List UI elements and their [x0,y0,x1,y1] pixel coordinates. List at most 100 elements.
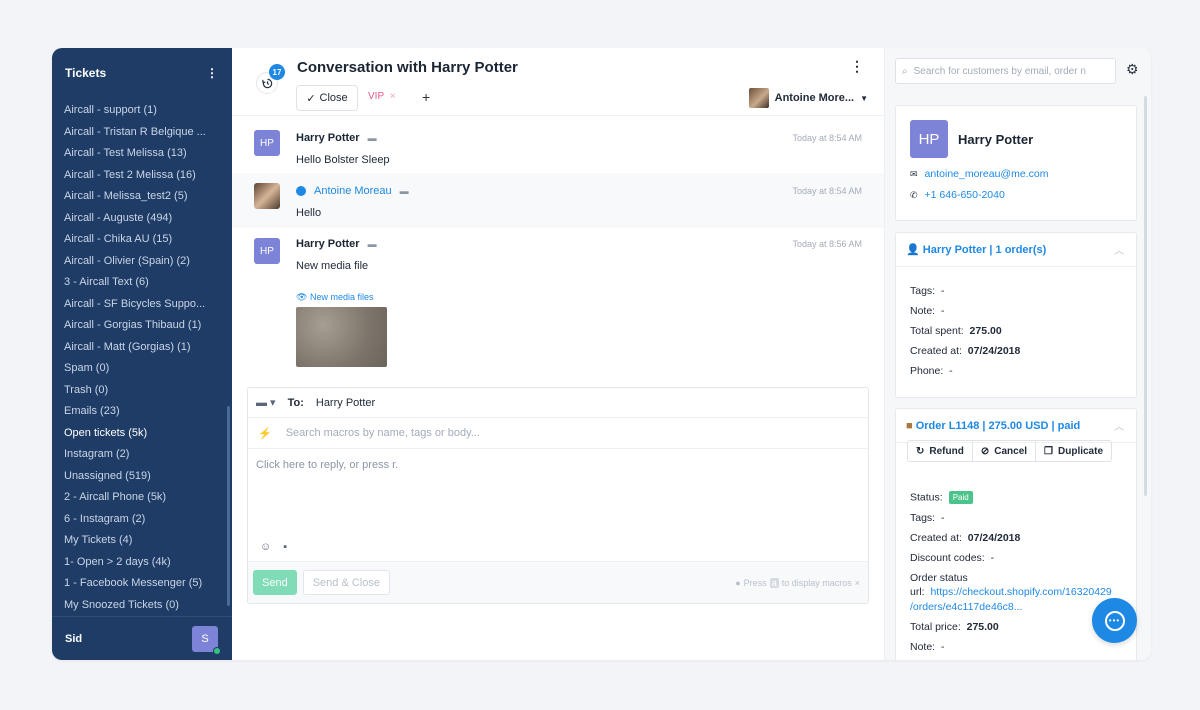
lightning-icon: ⚡ [258,427,272,440]
duplicate-button[interactable]: ❐ Duplicate [1036,441,1111,461]
message-author-name: Harry Potter [296,132,360,144]
online-status-dot [213,646,221,655]
agent-avatar [254,183,280,209]
user-icon: 👤 [906,244,920,256]
sidebar-view-item[interactable]: My Snoozed Tickets (0) [52,595,222,617]
to-recipient[interactable]: Harry Potter [316,397,375,409]
close-button[interactable]: ✓ Close [296,85,358,111]
sidebar-header: Tickets ⋮ [52,48,232,98]
caret-down-icon: ▼ [860,93,868,103]
media-files-label: New media files [309,292,374,302]
sidebar-user[interactable]: Sid S [52,616,232,660]
sidebar-view-item[interactable]: Aircall - Gorgias Thibaud (1) [52,315,222,337]
chat-icon: ▬ [367,239,377,249]
customer-phone[interactable]: ✆ +1 646-650-2040 [910,189,1005,201]
dismiss-hint-icon[interactable]: × [855,578,860,588]
refund-button[interactable]: ↻ Refund [908,441,973,461]
customer-search-input[interactable]: ⌕ Search for customers by email, order n [895,58,1116,84]
media-thumbnail[interactable] [296,307,387,367]
check-icon: ✓ [306,92,316,105]
field-label: Created at: [910,532,962,544]
shopify-customer-heading: Harry Potter | 1 order(s) [922,244,1047,256]
field-note: Note: - [910,641,944,653]
sidebar-view-item[interactable]: Emails (23) [52,401,222,423]
customer-email[interactable]: ✉ antoine_moreau@me.com [910,168,1048,180]
sidebar-view-item[interactable]: 1 - Facebook Messenger (5) [52,573,222,595]
app-window: Tickets ⋮ Aircall - support (1) Aircall -… [52,48,1151,660]
order-header[interactable]: ■ Order L1148 | 275.00 USD | paid ︿ [896,409,1136,443]
sidebar-title: Tickets [65,66,107,80]
add-tag-button[interactable]: + [422,89,430,105]
chevron-up-icon[interactable]: ︿ [1114,418,1124,433]
sidebar-view-item[interactable]: My Tickets (4) [52,530,222,552]
sidebar-view-item[interactable]: 3 - Aircall Text (6) [52,272,222,294]
sidebar-view-item[interactable]: Aircall - Chika AU (15) [52,229,222,251]
sidebar-view-item[interactable]: Aircall - Olivier (Spain) (2) [52,251,222,273]
gear-icon[interactable]: ⚙ [1126,61,1139,78]
send-and-close-button[interactable]: Send & Close [302,570,390,595]
field-status: Status: Paid [910,491,973,504]
sidebar-view-item[interactable]: Aircall - SF Bicycles Suppo... [52,294,222,316]
sidebar-view-item[interactable]: Open tickets (5k) [52,423,222,445]
sidebar-view-item[interactable]: Trash (0) [52,380,222,402]
field-label: Created at: [910,345,962,357]
sidebar-view-item[interactable]: Aircall - Melissa_test2 (5) [52,186,222,208]
sidebar-view-item[interactable]: 2 - Aircall Phone (5k) [52,487,222,509]
sidebar-view-item[interactable]: Aircall - Test 2 Melissa (16) [52,165,222,187]
order-status-link[interactable]: https://checkout.shopify.com/16320429 [930,586,1111,598]
field-value: - [940,285,945,297]
shopify-customer-header[interactable]: 👤 Harry Potter | 1 order(s) ︿ [896,233,1136,267]
macro-search-input[interactable]: Search macros by name, tags or body... [286,427,480,439]
panel-scrollbar[interactable] [1144,96,1147,496]
macro-hint: ● Press a to display macros × [735,577,860,588]
hint-prefix: Press [743,577,767,588]
field-label: Note: [910,641,936,653]
channel-selector[interactable]: ▬ ▾ [256,396,276,409]
vip-tag[interactable]: VIP × [368,91,396,102]
chat-widget-button[interactable]: ••• [1092,598,1137,643]
chevron-up-icon[interactable]: ︿ [1114,242,1124,257]
image-attach-icon[interactable]: ▪ [283,541,287,553]
assignee-name: Antoine More... [774,92,855,104]
customer-avatar: HP [910,120,948,158]
field-total-price: Total price: 275.00 [910,621,999,633]
order-status-link-cont[interactable]: /orders/e4c117de46c8... [910,601,1022,613]
field-value: - [940,641,945,653]
sidebar-view-item[interactable]: Unassigned (519) [52,466,222,488]
duplicate-icon: ❐ [1044,445,1053,457]
sidebar-view-item[interactable]: Aircall - Tristan R Belgique ... [52,122,222,144]
cancel-order-button[interactable]: ⊘ Cancel [973,441,1037,461]
remove-tag-icon[interactable]: × [390,91,396,102]
sidebar-view-item[interactable]: Aircall - Matt (Gorgias) (1) [52,337,222,359]
assignee-dropdown[interactable]: Antoine More... ▼ [748,88,868,108]
sidebar-view-item[interactable]: Aircall - support (1) [52,100,222,122]
sidebar-view-item[interactable]: 6 - Instagram (2) [52,509,222,531]
field-label: Note: [910,305,936,317]
sidebar-view-item[interactable]: Aircall - Auguste (494) [52,208,222,230]
customer-name: Harry Potter [958,132,1034,147]
refund-label: Refund [929,445,964,457]
vip-tag-label: VIP [368,91,384,102]
message-time: Today at 8:56 AM [792,239,862,249]
mail-icon: ✉ [910,168,918,179]
more-options-icon[interactable]: ⋮ [850,58,864,75]
field-value: 07/24/2018 [967,532,1021,544]
reply-body-input[interactable]: Click here to reply, or press r. [248,449,868,557]
message-author: Antoine Moreau ▬ [296,185,409,197]
send-button[interactable]: Send [253,570,297,595]
reply-editor: ▬ ▾ To: Harry Potter ⚡ Search macros by … [247,387,869,604]
sidebar-scrollbar[interactable] [227,406,230,606]
sidebar-view-item[interactable]: 1- Open > 2 days (4k) [52,552,222,574]
emoji-icon[interactable]: ☺ [260,541,271,553]
page-title: Conversation with Harry Potter [297,59,518,76]
sidebar-view-item[interactable]: Aircall - Test Melissa (13) [52,143,222,165]
message-item: HP Harry Potter ▬ Today at 8:54 AM Hello… [232,118,884,173]
sidebar-menu-icon[interactable]: ⋮ [206,66,218,80]
sidebar-view-item[interactable]: Instagram (2) [52,444,222,466]
field-value: 07/24/2018 [967,345,1021,357]
user-avatar[interactable]: S [192,625,221,655]
field-value: - [990,552,995,564]
media-files-link[interactable]: 👁 New media files [296,292,373,303]
sidebar-view-item[interactable]: Spam (0) [52,358,222,380]
field-label: Tags: [910,285,936,297]
